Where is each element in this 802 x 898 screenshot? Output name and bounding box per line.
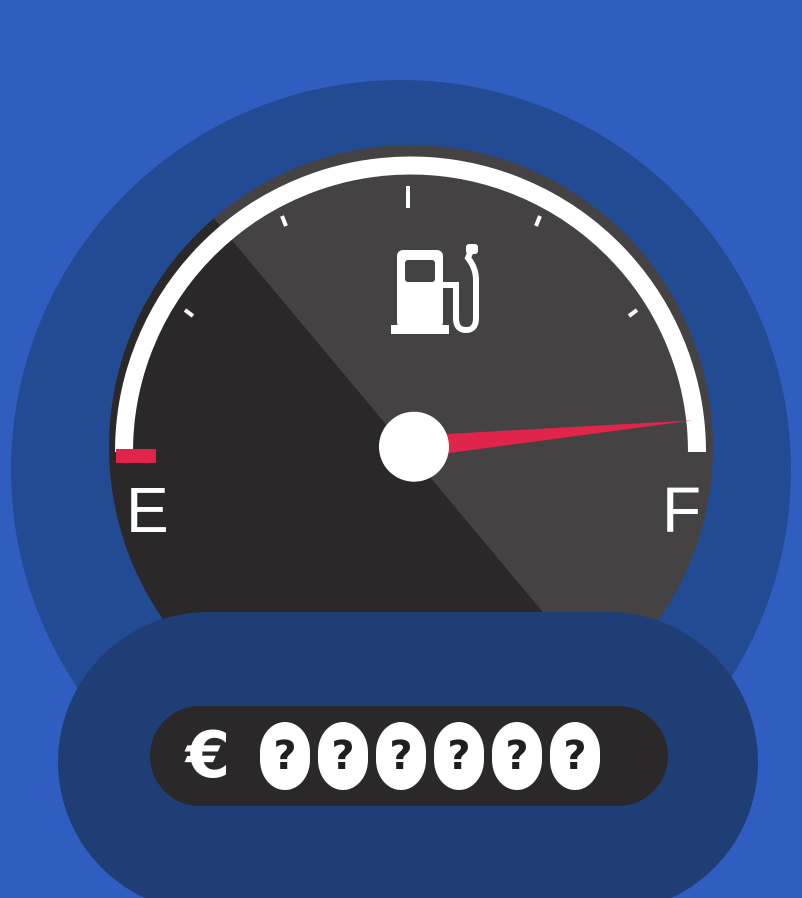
price-counter: € ? ? ? ? ? ? xyxy=(150,706,668,806)
empty-zone-marker xyxy=(116,449,156,463)
empty-label: E xyxy=(126,474,169,546)
counter-digit: ? xyxy=(492,722,542,790)
counter-digit: ? xyxy=(550,722,600,790)
counter-digit: ? xyxy=(260,722,310,790)
full-label: F xyxy=(662,474,702,546)
counter-digit: ? xyxy=(318,722,368,790)
counter-digit: ? xyxy=(434,722,484,790)
counter-digits: ? ? ? ? ? ? xyxy=(260,722,608,790)
counter-digit: ? xyxy=(376,722,426,790)
currency-symbol: € xyxy=(185,719,231,793)
